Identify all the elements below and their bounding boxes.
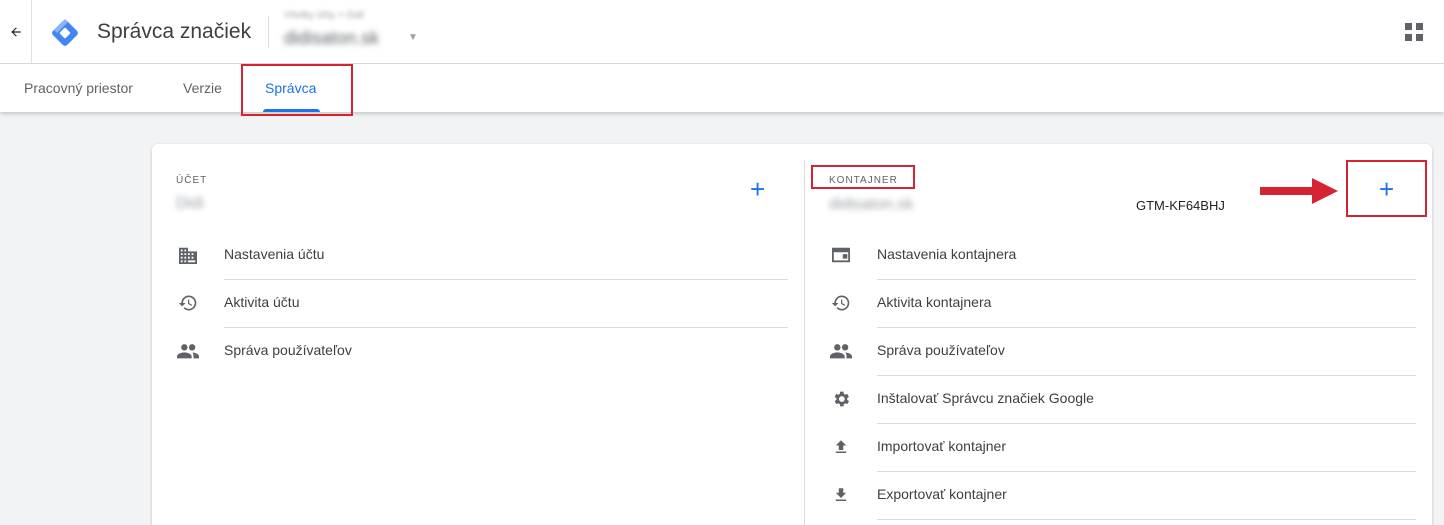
container-name-label: didisaton.sk (829, 196, 914, 213)
account-user-management-label: Správa používateľov (224, 342, 352, 358)
upload-icon (829, 437, 853, 457)
container-settings-label: Nastavenia kontajnera (877, 246, 1017, 262)
header-divider (268, 16, 269, 48)
account-activity-item[interactable]: Aktivita účtu (176, 279, 788, 327)
apps-grid-icon[interactable] (1405, 23, 1423, 41)
breadcrumb[interactable]: Všetky účty > Didi (284, 10, 364, 21)
import-container-label: Importovať kontajner (877, 438, 1006, 454)
history-icon (176, 293, 200, 313)
highlight-box-container-label (811, 165, 915, 189)
install-tag-manager-item[interactable]: Inštalovať Správcu značiek Google (829, 375, 1416, 423)
tab-versions[interactable]: Verzie (183, 64, 222, 112)
export-container-label: Exportovať kontajner (877, 486, 1007, 502)
container-settings-item[interactable]: Nastavenia kontajnera (829, 231, 1416, 279)
create-account-button[interactable]: + (750, 176, 765, 202)
column-divider (804, 160, 805, 525)
account-settings-item[interactable]: Nastavenia účtu (176, 231, 788, 279)
create-container-button[interactable]: + (1379, 176, 1394, 202)
account-settings-label: Nastavenia účtu (224, 246, 325, 262)
tab-workspace[interactable]: Pracovný priestor (24, 64, 133, 112)
container-user-management-item[interactable]: Správa používateľov (829, 327, 1416, 375)
people-icon (829, 341, 853, 361)
container-switcher[interactable]: didisaton.sk (284, 28, 379, 49)
history-icon (829, 293, 853, 313)
highlight-box-admin-tab (241, 64, 353, 116)
container-id: GTM-KF64BHJ (1136, 198, 1225, 213)
container-activity-label: Aktivita kontajnera (877, 294, 992, 310)
account-activity-label: Aktivita účtu (224, 294, 300, 310)
red-arrow-annotation (1260, 178, 1338, 204)
container-activity-item[interactable]: Aktivita kontajnera (829, 279, 1416, 327)
import-container-item[interactable]: Importovať kontajner (829, 423, 1416, 471)
gear-icon (829, 389, 853, 409)
install-tag-manager-label: Inštalovať Správcu značiek Google (877, 390, 1094, 406)
top-app-bar: Správca značiek Všetky účty > Didi didis… (0, 0, 1444, 64)
tab-bar: Pracovný priestor Verzie Správca (0, 64, 1444, 112)
product-title: Správca značiek (97, 20, 252, 43)
tag-manager-logo-icon[interactable] (50, 18, 80, 48)
people-icon (176, 341, 200, 361)
caret-down-icon[interactable]: ▼ (408, 32, 418, 43)
account-name: Didi (176, 195, 204, 212)
row-divider (877, 519, 1416, 520)
building-icon (176, 245, 200, 265)
back-button[interactable] (0, 0, 32, 64)
account-user-management-item[interactable]: Správa používateľov (176, 327, 788, 375)
arrow-back-icon (10, 27, 21, 37)
account-section-label: ÚČET (176, 175, 208, 186)
web-window-icon (829, 245, 853, 265)
container-user-management-label: Správa používateľov (877, 342, 1005, 358)
export-container-item[interactable]: Exportovať kontajner (829, 471, 1416, 519)
download-icon (829, 485, 853, 505)
